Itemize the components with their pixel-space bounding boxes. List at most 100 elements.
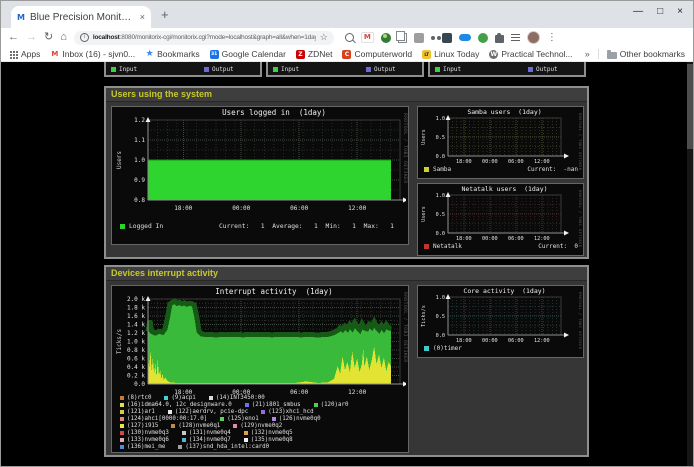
y-tick-label: 1.1 (134, 137, 145, 144)
legend-item: (134)nvme0q7 (182, 437, 231, 443)
wordpress-icon: W (489, 50, 498, 59)
netatalk-users-graph[interactable]: Netatalk users (1day)1.00.50.018:0000:00… (417, 183, 584, 256)
bookmarks-overflow-chevron[interactable]: » (585, 49, 590, 59)
y-tick-label: 1.4 k (127, 322, 145, 329)
back-icon[interactable]: ← (8, 32, 19, 43)
legend-row: (124)ahci[0000:00:17.0](125)eno1(126)nvm… (120, 416, 404, 423)
other-bookmarks[interactable]: Other bookmarks (607, 49, 685, 59)
y-tick-label: 1.0 (436, 193, 445, 199)
y-tick-label: 0.0 (436, 333, 445, 339)
reading-list-icon[interactable] (511, 34, 520, 41)
legend-row: (127)i915(128)nvme0q1(129)nvme0q2 (120, 423, 404, 430)
reload-icon[interactable]: ↻ (44, 32, 53, 43)
forward-icon[interactable]: → (26, 32, 37, 43)
extension-icons: M ⋮ (345, 31, 557, 44)
samba-users-graph[interactable]: Samba users (1day)1.00.50.018:0000:0006:… (417, 106, 584, 179)
users-section: Users using the system Users logged in (… (104, 86, 589, 259)
new-tab-button[interactable]: + (161, 8, 169, 21)
x-tick-label: 18:00 (174, 205, 192, 212)
legend-swatch (272, 417, 276, 421)
y-tick-label: 0.0 (436, 154, 445, 160)
legend-item: (132)nvme0q5 (244, 430, 293, 436)
y-axis-label: Users (116, 151, 123, 169)
legend-swatch (171, 424, 175, 428)
legend-swatch (424, 244, 429, 249)
tab-close-icon[interactable]: × (140, 12, 145, 22)
url-text[interactable]: localhost:8080/monitorix-cgi/monitorix.c… (93, 34, 316, 41)
profile-avatar[interactable] (527, 31, 540, 44)
browser-tab[interactable]: M Blue Precision Monitorix × (11, 6, 151, 28)
y-axis-label: Users (421, 206, 427, 222)
page-info-icon[interactable]: i (80, 33, 89, 42)
extensions-puzzle-icon[interactable] (495, 35, 504, 43)
partial-graph-box: Input Output (428, 62, 586, 77)
legend-item: (16)idma64.0, i2c_designware.0 (120, 402, 232, 408)
legend-swatch (120, 403, 124, 407)
search-extension-icon[interactable] (345, 33, 354, 42)
y-tick-label: 0.0 (436, 231, 445, 237)
bookmark-item-calendar[interactable]: 31Google Calendar (210, 49, 286, 59)
legend-label: Netatalk (433, 243, 462, 250)
gmail-icon: M (50, 50, 59, 59)
bookmark-item-computerworld[interactable]: CComputerworld (342, 49, 412, 59)
home-icon[interactable]: ⌂ (60, 32, 67, 43)
core-activity-graph[interactable]: Core activity (1day)1.00.50.018:0000:000… (417, 285, 584, 358)
orb-extension-icon[interactable] (381, 33, 391, 43)
legend-swatch (261, 410, 265, 414)
window-minimize-button[interactable]: — (633, 6, 643, 17)
legend-item: (121)ar1 (120, 409, 155, 415)
interrupt-activity-graph[interactable]: Interrupt activity (1day)2.0 k1.8 k1.6 k… (111, 285, 409, 453)
users-logged-in-graph[interactable]: Users logged in (1day)1.21.11.00.90.818:… (111, 106, 409, 245)
legend-swatch (120, 424, 124, 428)
legend-label: Logged In (129, 223, 201, 230)
legend-input: Input (111, 66, 137, 73)
monitorix-favicon: M (17, 13, 25, 22)
scrollbar-thumb[interactable] (687, 64, 693, 149)
menu-kebab-icon[interactable]: ⋮ (547, 32, 557, 43)
legend-item-label: (14)INT3450:00 (216, 395, 265, 401)
calendar-icon: 31 (210, 50, 219, 59)
copy-extension-icon[interactable] (398, 33, 407, 43)
x-tick-label: 12:00 (348, 205, 366, 212)
legend-swatch (424, 167, 429, 172)
legend-swatch (245, 403, 249, 407)
legend-item-label: (132)nvme0q5 (251, 430, 293, 436)
x-axis-arrow (564, 333, 569, 338)
address-bar[interactable]: i localhost:8080/monitorix-cgi/monitorix… (74, 31, 334, 45)
legend-row: (136)mei_me(137)snd_hda_intel:card0 (120, 443, 404, 450)
mail-extension-icon[interactable]: M (361, 32, 374, 43)
legend-row: (133)nvme0q6(134)nvme0q7(135)nvme0q8 (120, 436, 404, 443)
bookmark-item-inbox[interactable]: MInbox (16) - sjvn0... (50, 49, 135, 59)
legend-row: (121)ar1(122)aerdrv, pcie-dpc(123)xhci_h… (120, 409, 404, 416)
bookmark-label: Linux Today (434, 49, 479, 59)
page-scrollbar[interactable] (687, 62, 693, 467)
bookmark-item-practical[interactable]: WPractical Technol... (489, 49, 572, 59)
legend-item: (128)nvme0q1 (171, 423, 220, 429)
y-tick-label: 0.5 (436, 314, 445, 320)
legend-stat: Current: 1 (219, 223, 265, 230)
legend-item-label: (133)nvme0q6 (127, 437, 169, 443)
bookmark-item-bookmarks[interactable]: ★Bookmarks (145, 49, 200, 59)
blue-capsule-extension-icon[interactable] (459, 34, 471, 41)
legend-item-label: (8)rtc0 (127, 395, 151, 401)
dark-square-extension-icon[interactable] (442, 33, 452, 43)
legend-swatch (366, 67, 371, 72)
green-dot-extension-icon[interactable] (478, 33, 488, 43)
legend-item: (21)i801_smbus (245, 402, 301, 408)
bookmark-item-linuxtoday[interactable]: LTLinux Today (422, 49, 479, 59)
card-extension-icon[interactable] (414, 33, 424, 43)
y-tick-label: 0.2 k (127, 373, 145, 380)
bookmark-item-zdnet[interactable]: ZZDNet (296, 49, 333, 59)
apps-shortcut[interactable]: Apps (9, 49, 40, 59)
bookmark-star-icon[interactable]: ☆ (320, 32, 328, 43)
window-close-button[interactable]: × (677, 6, 683, 17)
window-maximize-button[interactable]: □ (657, 6, 663, 17)
legend-swatch (273, 67, 278, 72)
legend-swatch (209, 396, 213, 400)
plot-area: 1.00.50.018:0000:0006:0012:00Users (418, 192, 581, 244)
y-tick-label: 1.0 k (127, 339, 145, 346)
goggles-extension-icon[interactable] (431, 36, 435, 40)
legend-swatch (528, 67, 533, 72)
x-tick-label: 12:00 (534, 159, 550, 165)
legend-item-label: (127)i915 (127, 423, 158, 429)
